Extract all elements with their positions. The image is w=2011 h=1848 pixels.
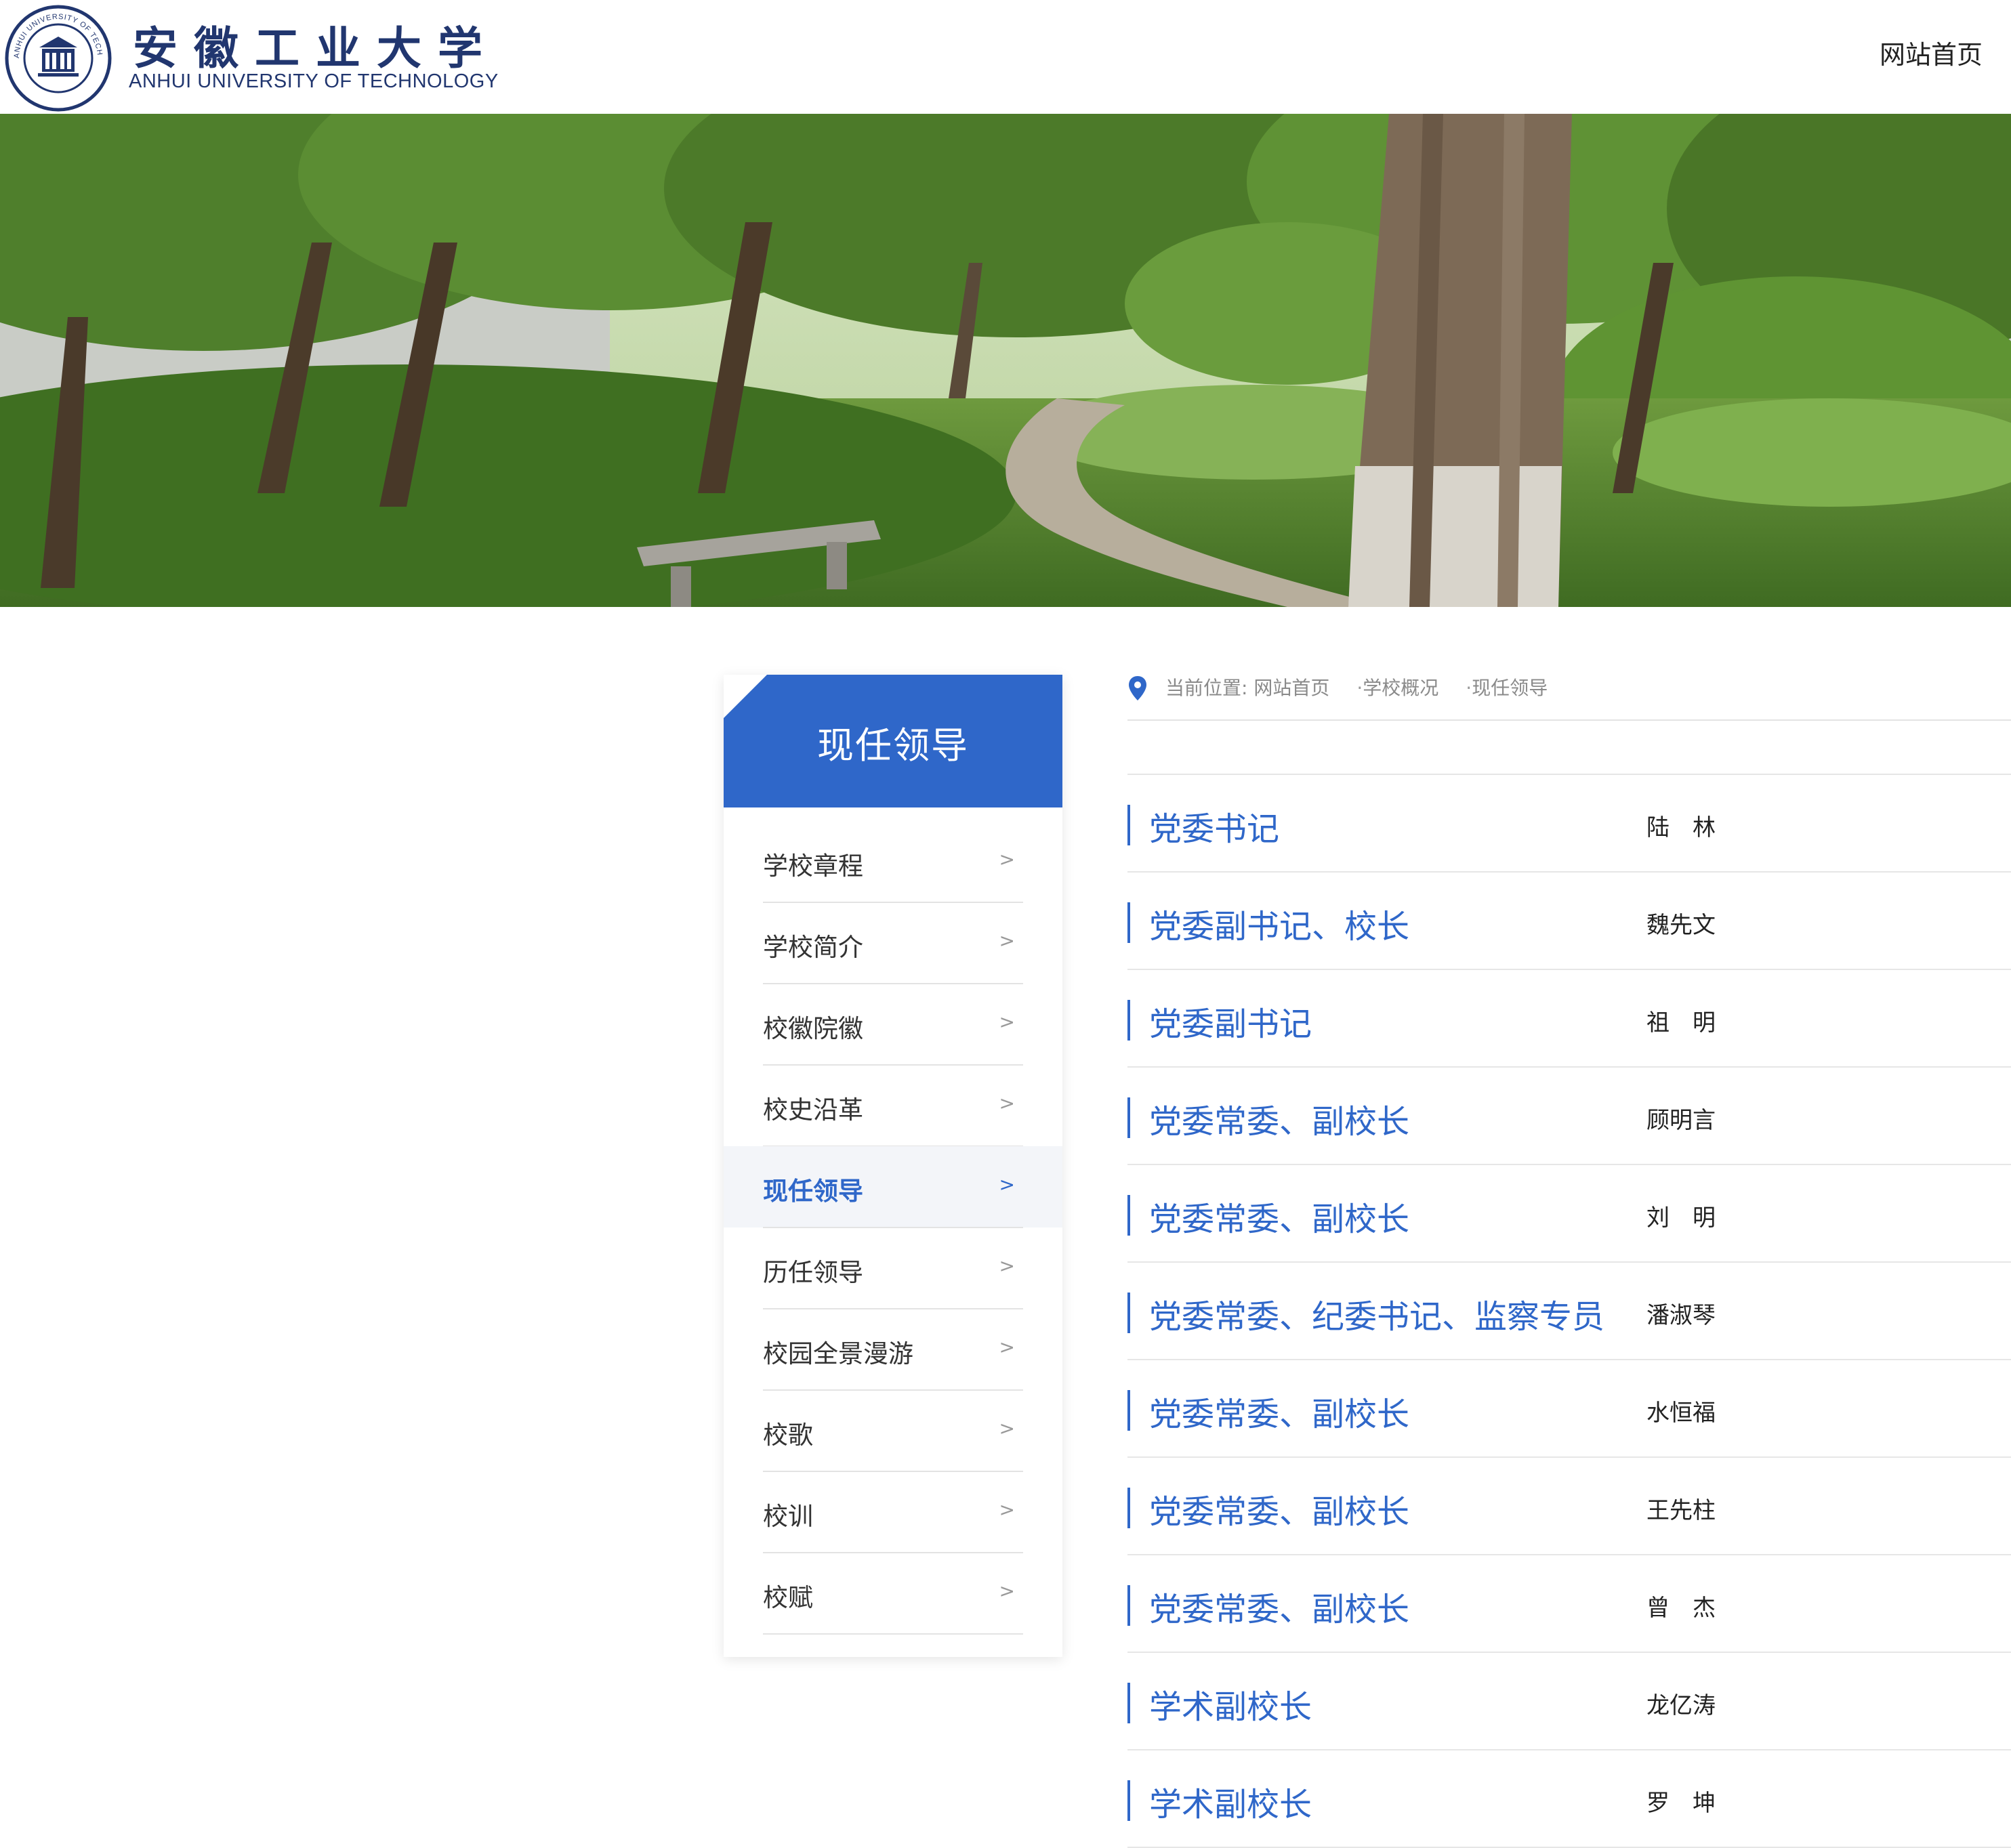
leader-name: 魏先文: [1646, 912, 1716, 939]
leader-name: 曾 杰: [1646, 1595, 1716, 1622]
leader-name: 王先柱: [1646, 1497, 1716, 1524]
leader-title[interactable]: 党委副书记: [1149, 997, 1312, 1045]
sidebar-item-label: 校徽院徽: [763, 1014, 863, 1043]
sidebar-item-label: 现任领导: [763, 1177, 863, 1206]
leader-row: 党委常委、纪委书记、监察专员 潘淑琴: [1127, 1261, 2011, 1359]
home-link[interactable]: 网站首页: [1880, 34, 1983, 71]
breadcrumb-item-home[interactable]: 网站首页: [1253, 677, 1329, 699]
leader-name: 刘 明: [1646, 1204, 1716, 1232]
leader-row: 党委常委、副校长 曾 杰: [1127, 1554, 2011, 1652]
leader-name: 水恒福: [1646, 1400, 1716, 1427]
sidebar: 现任领导 学校章程 > 学校简介 > 校徽院徽 > 校史沿革 > 现任领导 > 历任领导 >…: [724, 675, 1062, 1657]
sidebar-item-label: 校训: [763, 1502, 813, 1531]
leader-name: 潘淑琴: [1646, 1302, 1716, 1329]
leader-title[interactable]: 党委常委、副校长: [1149, 1387, 1409, 1435]
breadcrumb-item-current[interactable]: 现任领导: [1472, 677, 1548, 699]
sidebar-item-label: 校园全景漫游: [763, 1339, 913, 1368]
sidebar-item-label: 校史沿革: [763, 1095, 863, 1125]
leader-row: 党委常委、副校长 刘 明: [1127, 1164, 2011, 1261]
chevron-right-icon: >: [999, 1336, 1015, 1358]
sidebar-item-label: 历任领导: [763, 1258, 863, 1287]
row-accent-bar: [1127, 1097, 1130, 1138]
leader-row: 学术副校长 罗 坤: [1127, 1749, 2011, 1848]
row-accent-bar: [1127, 1000, 1130, 1041]
leader-list: 党委书记 陆 林 党委副书记、校长 魏先文 党委副书记 祖 明 党委常委、副校长 顾明言…: [1127, 774, 2011, 1848]
sidebar-item-charter[interactable]: 学校章程 >: [724, 821, 1062, 903]
university-name-cn: 安徽工业大学: [133, 22, 499, 75]
sidebar-item-former-leaders[interactable]: 历任领导 >: [724, 1227, 1062, 1309]
leader-title[interactable]: 党委常委、副校长: [1149, 1095, 1409, 1142]
breadcrumb-separator: ·: [1356, 677, 1363, 699]
breadcrumb-separator: ·: [1466, 677, 1472, 699]
sidebar-item-emblems[interactable]: 校徽院徽 >: [724, 984, 1062, 1066]
leader-name: 龙亿涛: [1646, 1692, 1716, 1719]
site-header: ANHUI UNIVERSITY OF TECHNOLOGY 安徽工业大学 AN…: [0, 0, 2011, 114]
sidebar-item-current-leaders[interactable]: 现任领导 >: [724, 1146, 1062, 1228]
leader-title[interactable]: 党委书记: [1149, 802, 1279, 849]
sidebar-item-introduction[interactable]: 学校简介 >: [724, 902, 1062, 984]
chevron-right-icon: >: [999, 1255, 1015, 1277]
sidebar-menu: 学校章程 > 学校简介 > 校徽院徽 > 校史沿革 > 现任领导 > 历任领导 > 校园全景…: [724, 807, 1062, 1635]
sidebar-item-campus-tour[interactable]: 校园全景漫游 >: [724, 1309, 1062, 1391]
leader-row: 党委常委、副校长 顾明言: [1127, 1066, 2011, 1164]
row-accent-bar: [1127, 805, 1130, 845]
leader-name: 陆 林: [1646, 814, 1716, 841]
chevron-right-icon: >: [999, 848, 1015, 870]
row-accent-bar: [1127, 1683, 1130, 1723]
row-accent-bar: [1127, 1488, 1130, 1528]
leader-row: 党委常委、副校长 水恒福: [1127, 1359, 2011, 1456]
title-corner-notch: [724, 675, 767, 718]
row-accent-bar: [1127, 1293, 1130, 1333]
row-accent-bar: [1127, 1585, 1130, 1626]
chevron-right-icon: >: [999, 1498, 1015, 1521]
sidebar-item-ode[interactable]: 校赋 >: [724, 1553, 1062, 1635]
sidebar-item-school-song[interactable]: 校歌 >: [724, 1390, 1062, 1472]
campus-banner-image: [0, 114, 2011, 607]
row-accent-bar: [1127, 1195, 1130, 1236]
university-seal-logo[interactable]: ANHUI UNIVERSITY OF TECHNOLOGY: [1, 0, 112, 112]
sidebar-item-label: 校赋: [763, 1583, 813, 1612]
leader-title[interactable]: 党委常委、副校长: [1149, 1582, 1409, 1630]
sidebar-item-motto[interactable]: 校训 >: [724, 1471, 1062, 1553]
leader-title[interactable]: 学术副校长: [1149, 1778, 1312, 1825]
leader-title[interactable]: 学术副校长: [1149, 1680, 1312, 1727]
leader-name: 顾明言: [1646, 1107, 1716, 1134]
leader-title[interactable]: 党委常委、副校长: [1149, 1485, 1409, 1532]
breadcrumb-prefix: 当前位置:: [1165, 677, 1254, 699]
leader-title[interactable]: 党委常委、副校长: [1149, 1192, 1409, 1240]
row-accent-bar: [1127, 1780, 1130, 1821]
chevron-right-icon: >: [999, 1580, 1015, 1602]
sidebar-title: 现任领导: [817, 724, 969, 767]
leader-row: 党委常委、副校长 王先柱: [1127, 1456, 2011, 1554]
sidebar-item-label: 学校章程: [763, 852, 863, 881]
chevron-right-icon: >: [999, 1417, 1015, 1440]
university-name-en: ANHUI UNIVERSITY OF TECHNOLOGY: [129, 70, 499, 92]
location-pin-icon: [1129, 676, 1146, 700]
chevron-right-icon: >: [999, 929, 1015, 952]
sidebar-item-label: 学校简介: [763, 933, 863, 962]
leader-row: 党委书记 陆 林: [1127, 774, 2011, 871]
leader-row: 学术副校长 龙亿涛: [1127, 1652, 2011, 1749]
sidebar-item-history[interactable]: 校史沿革 >: [724, 1065, 1062, 1147]
row-accent-bar: [1127, 902, 1130, 943]
leader-row: 党委副书记、校长 魏先文: [1127, 871, 2011, 969]
sidebar-title-box: 现任领导: [724, 675, 1062, 807]
leader-title[interactable]: 党委常委、纪委书记、监察专员: [1149, 1290, 1604, 1337]
leader-name: 罗 坤: [1646, 1790, 1716, 1817]
leader-row: 党委副书记 祖 明: [1127, 969, 2011, 1066]
breadcrumb: 当前位置: 网站首页 ·学校概况 ·现任领导: [1127, 675, 2011, 721]
chevron-right-icon: >: [999, 1173, 1015, 1196]
breadcrumb-text: 当前位置: 网站首页 ·学校概况 ·现任领导: [1165, 675, 1548, 702]
row-accent-bar: [1127, 1390, 1130, 1431]
chevron-right-icon: >: [999, 1092, 1015, 1114]
leader-title[interactable]: 党委副书记、校长: [1149, 900, 1409, 947]
leader-name: 祖 明: [1646, 1009, 1716, 1036]
sidebar-item-label: 校歌: [763, 1421, 813, 1450]
chevron-right-icon: >: [999, 1011, 1015, 1033]
breadcrumb-item-overview[interactable]: 学校概况: [1363, 677, 1438, 699]
